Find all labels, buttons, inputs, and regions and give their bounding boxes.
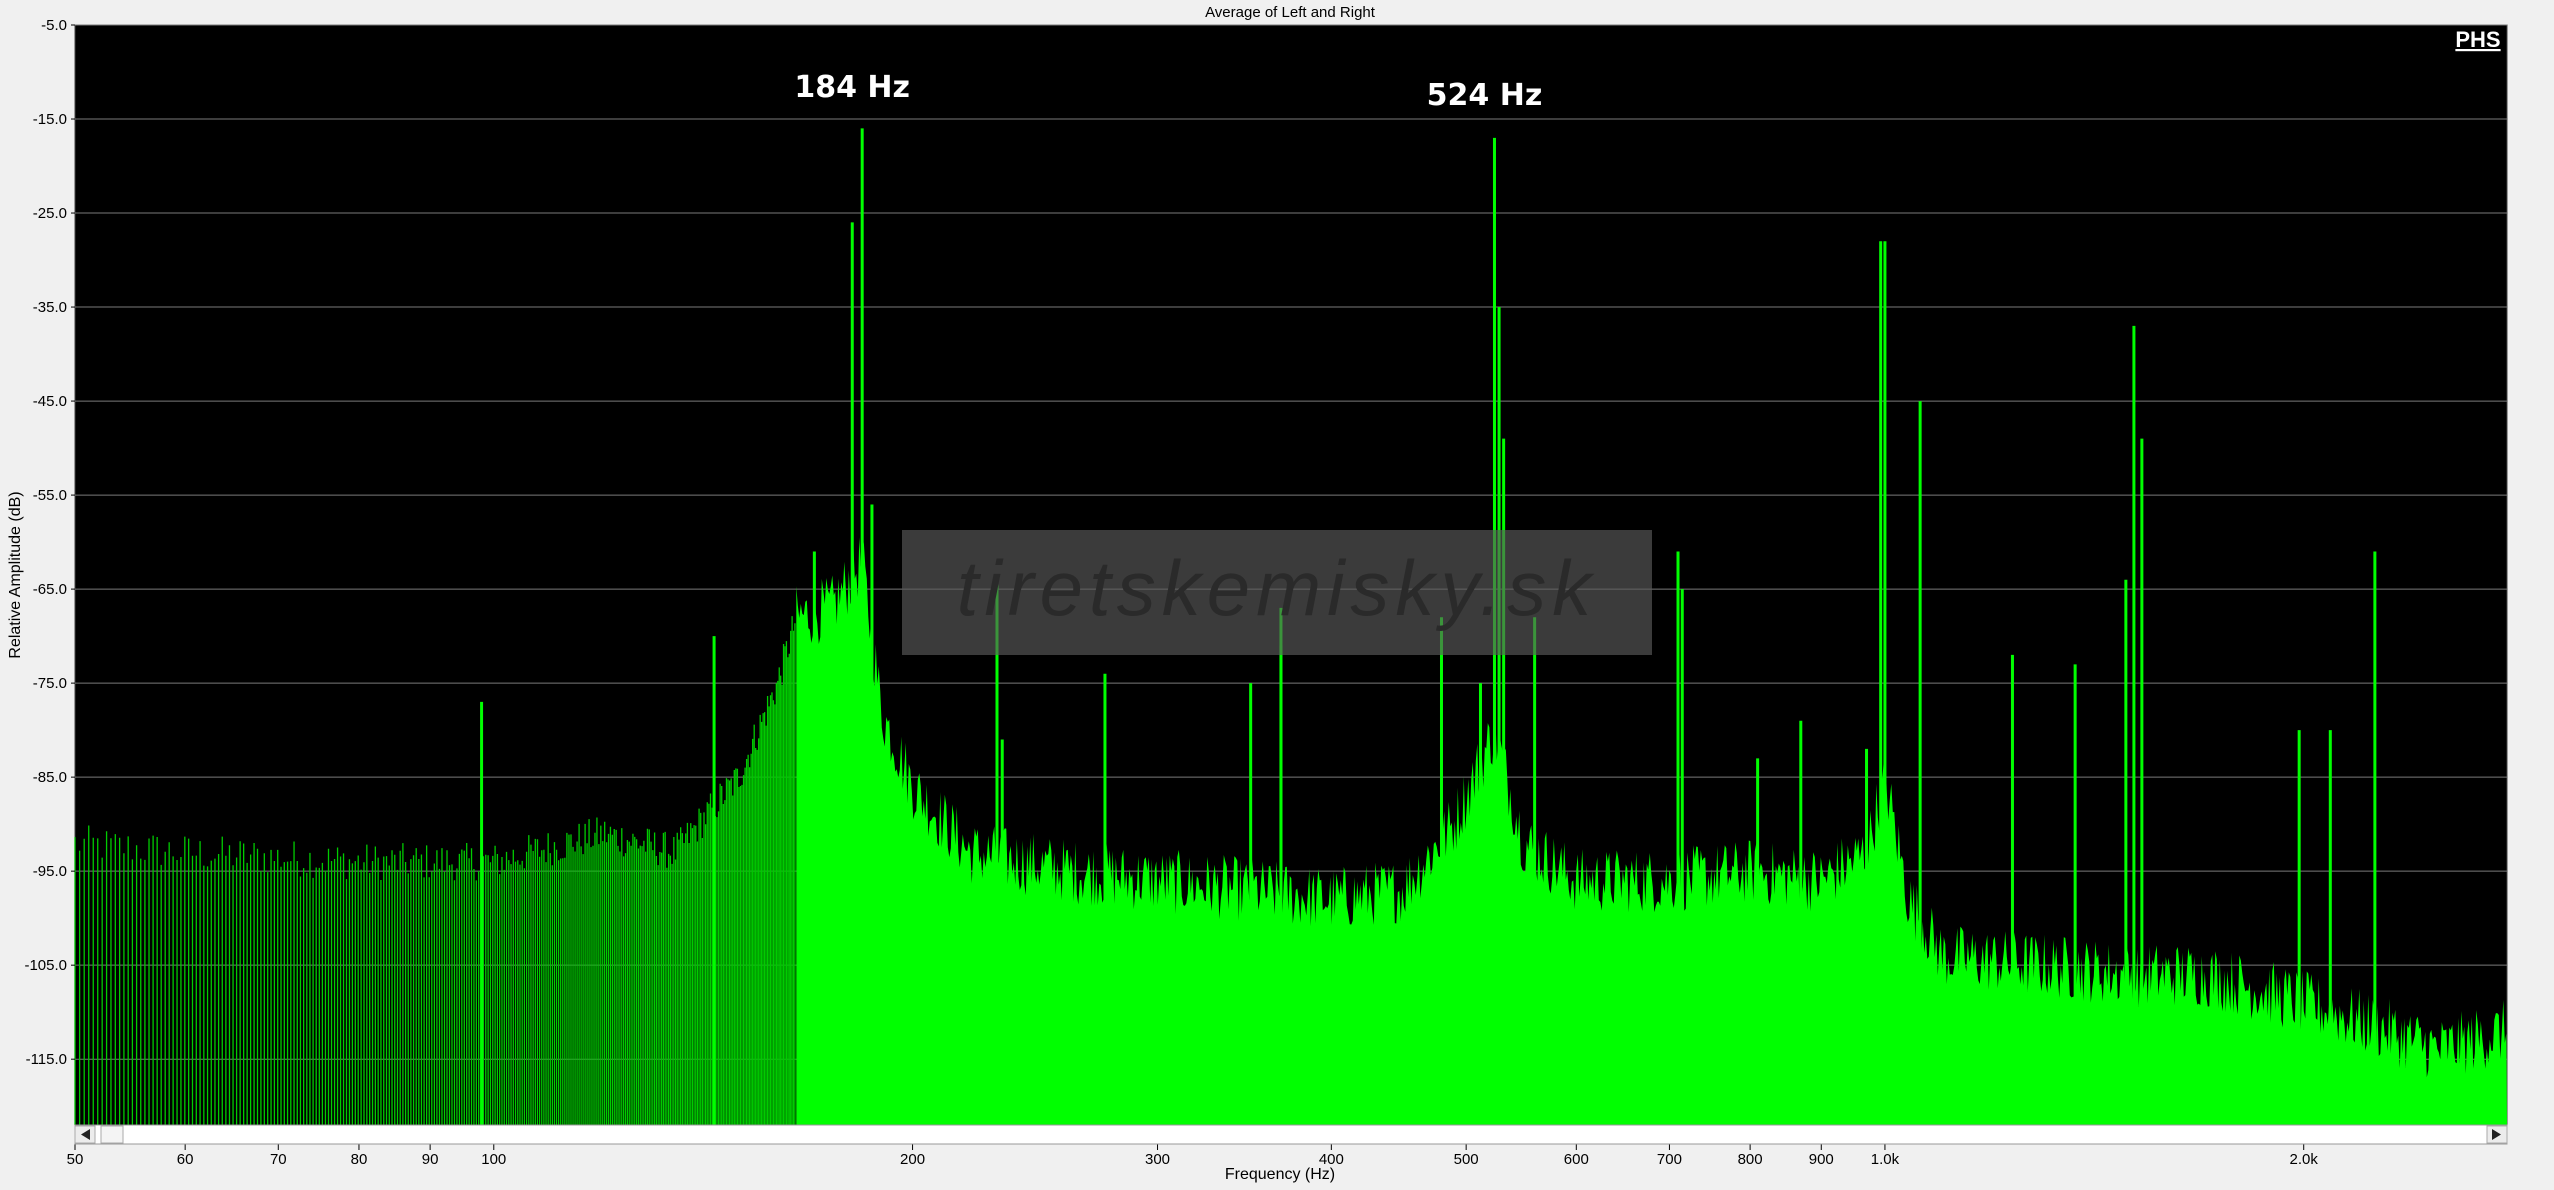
- y-tick-label: -35.0: [33, 299, 67, 316]
- spectrum-chart: Average of Left and Right tiretskemisky.…: [0, 0, 2554, 1185]
- x-tick-label: 50: [67, 1151, 84, 1168]
- x-axis-label: Frequency (Hz): [1225, 1166, 1335, 1183]
- x-tick-label: 800: [1738, 1151, 1763, 1168]
- x-tick-label: 1.0k: [1871, 1151, 1900, 1168]
- y-tick-label: -55.0: [33, 487, 67, 504]
- x-tick-label: 300: [1145, 1151, 1170, 1168]
- x-tick-label: 70: [270, 1151, 287, 1168]
- chart-svg: Average of Left and Right tiretskemisky.…: [0, 0, 2554, 1185]
- y-axis-label: Relative Amplitude (dB): [7, 491, 24, 658]
- y-tick-label: -75.0: [33, 675, 67, 692]
- x-tick-label: 2.0k: [2290, 1151, 2319, 1168]
- x-tick-label: 60: [177, 1151, 194, 1168]
- y-tick-label: -115.0: [26, 1051, 67, 1068]
- y-tick-label: -105.0: [24, 957, 67, 974]
- x-tick-label: 900: [1809, 1151, 1834, 1168]
- horizontal-scrollbar[interactable]: [74, 1124, 2508, 1145]
- peak-annotation: 524 Hz: [1427, 78, 1543, 113]
- y-tick-label: -15.0: [33, 111, 67, 128]
- peak-annotation: 184 Hz: [794, 70, 910, 105]
- x-tick-label: 500: [1454, 1151, 1479, 1168]
- x-tick-label: 100: [481, 1151, 506, 1168]
- phs-badge: PHS: [2455, 27, 2500, 52]
- y-tick-label: -65.0: [33, 581, 67, 598]
- x-tick-label: 600: [1564, 1151, 1589, 1168]
- x-tick-label: 700: [1657, 1151, 1682, 1168]
- chart-title: Average of Left and Right: [1205, 4, 1376, 21]
- x-tick-label: 200: [900, 1151, 925, 1168]
- y-tick-label: -25.0: [33, 205, 67, 222]
- scrollbar-thumb[interactable]: [100, 1125, 124, 1144]
- x-tick-label: 80: [351, 1151, 368, 1168]
- watermark-text: tiretskemisky.sk: [957, 544, 1598, 632]
- y-tick-label: -45.0: [33, 393, 67, 410]
- y-tick-label: -95.0: [33, 863, 67, 880]
- x-tick-label: 90: [422, 1151, 439, 1168]
- y-tick-label: -5.0: [41, 17, 67, 34]
- y-tick-label: -85.0: [33, 769, 67, 786]
